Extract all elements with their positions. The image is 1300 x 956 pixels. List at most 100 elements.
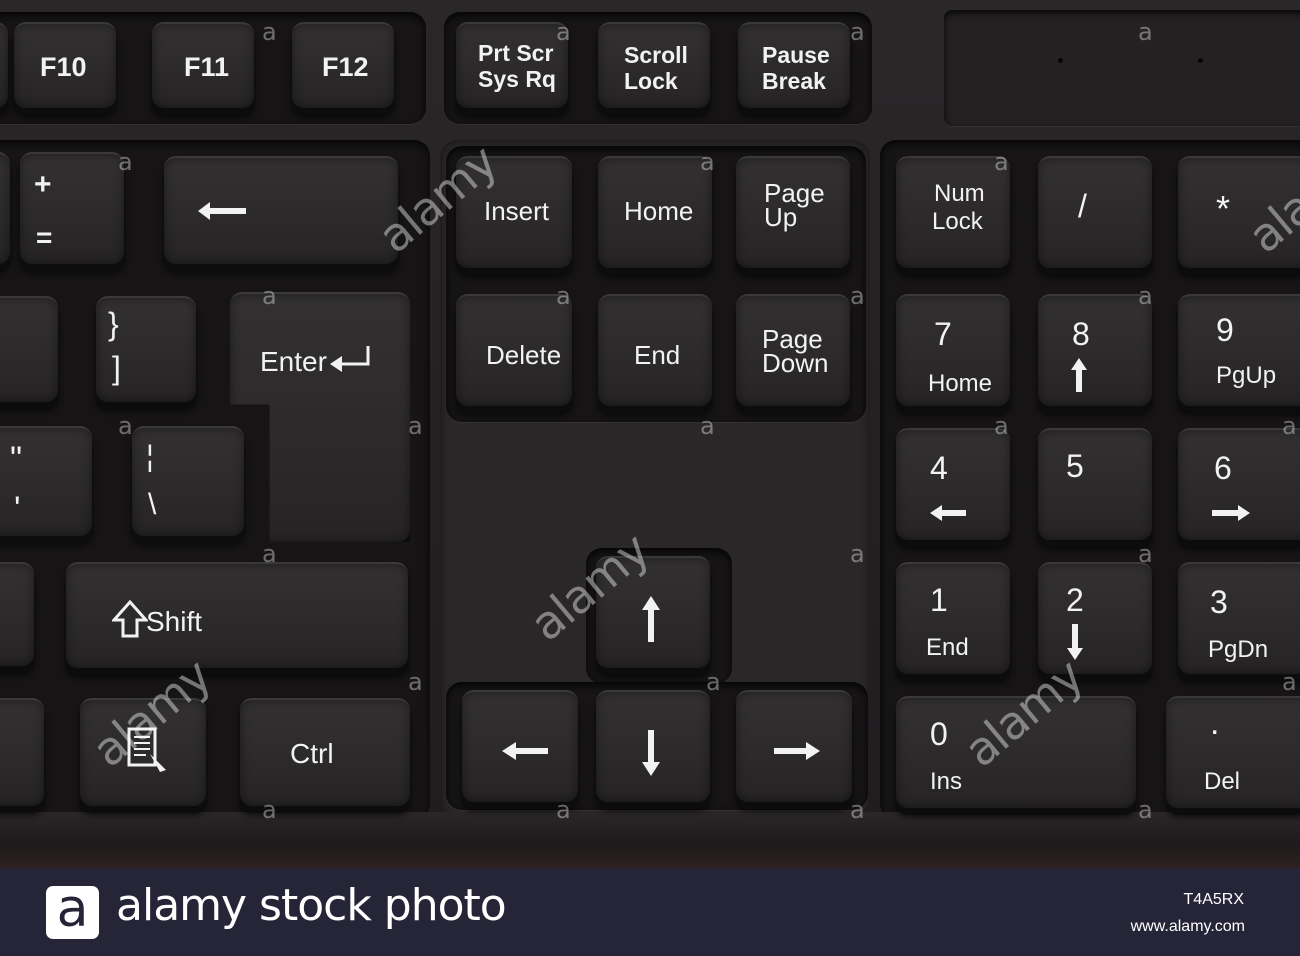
insert-label: Insert [484,196,550,226]
brace-label: } [108,306,119,342]
plus-equals-key[interactable]: + = [20,152,124,264]
arrow-down-icon [1066,622,1084,662]
num-lock-key[interactable]: Num Lock [896,156,1010,268]
brand-text: alamy stock photo [116,880,507,931]
numpad-7-key[interactable]: 7 Home [896,294,1010,406]
f12-label: F12 [322,52,369,82]
one-sub-label: End [926,634,969,661]
numpad-8-key[interactable]: 8 [1038,294,1152,406]
partial-key[interactable]: " ' [0,426,92,536]
plus-label: + [34,168,52,201]
numlock-label-bottom: Lock [932,208,983,235]
enter-label: Enter [260,346,327,377]
watermark-letter: a [706,668,721,696]
shift-key[interactable]: Shift [66,562,408,668]
numpad-3-key[interactable]: 3 PgDn [1178,562,1300,674]
pipe-label: ¦ [146,440,154,473]
delete-key[interactable]: Delete [456,294,572,406]
print-screen-key[interactable]: Prt Scr Sys Rq [456,22,568,108]
watermark-letter: a [1282,412,1297,440]
backspace-key[interactable] [164,156,398,264]
numlock-label-top: Num [934,180,985,207]
three-sub-label: PgDn [1208,636,1269,663]
watermark-letter: a [1138,796,1153,824]
prtscr-label-top: Prt Scr [478,40,554,66]
arrow-left-key[interactable] [462,690,578,802]
numpad-1-key[interactable]: 1 End [896,562,1010,674]
ctrl-key[interactable]: Ctrl [240,698,410,806]
image-id: T4A5RX [1183,891,1244,908]
arrow-up-icon [1070,356,1088,394]
page-down-key[interactable]: Page Down [736,294,850,406]
zero-label: 0 [930,716,948,752]
keyboard-frame [0,812,1300,868]
six-label: 6 [1214,450,1232,486]
partial-key[interactable] [0,152,10,264]
watermark-letter: a [262,282,277,310]
pause-label-top: Pause [762,42,830,68]
watermark-letter: a [1138,540,1153,568]
bracket-label: ] [112,350,121,386]
watermark-letter: a [408,412,423,440]
arrow-down-key[interactable] [596,690,710,802]
watermark-letter: a [262,18,277,46]
arrow-up-icon [640,594,662,644]
pause-break-key[interactable]: Pause Break [738,22,850,108]
nine-label: 9 [1216,312,1234,348]
numpad-divide-key[interactable]: / [1038,156,1152,268]
home-key[interactable]: Home [598,156,712,268]
page-up-key[interactable]: Page Up [736,156,850,268]
scroll-lock-key[interactable]: Scroll Lock [598,22,710,108]
watermark-letter: a [262,540,277,568]
eight-label: 8 [1072,316,1090,352]
led-window [944,10,1300,126]
watermark-letter: a [700,412,715,440]
shift-label: Shift [146,606,203,637]
watermark-letter: a [994,148,1009,176]
numpad-6-key[interactable]: 6 [1178,428,1300,540]
pause-label-bottom: Break [762,68,826,94]
arrow-right-icon [1210,504,1252,522]
bracket-key[interactable]: } ] [96,296,196,402]
keyboard-photo: F10 F11 F12 Prt Scr Sys Rq Scroll Lock P… [0,0,1300,868]
arrow-right-key[interactable] [736,690,852,802]
three-label: 3 [1210,584,1228,620]
watermark-letter: a [408,668,423,696]
numpad-dot-key[interactable]: . Del [1166,696,1300,808]
led-indicator [1058,58,1063,63]
f10-label: F10 [40,52,87,82]
prtscr-label-bottom: Sys Rq [478,66,556,92]
zero-sub-label: Ins [930,768,963,795]
scroll-label-top: Scroll [624,42,688,68]
one-label: 1 [930,582,948,618]
dot-label: . [1210,704,1220,742]
backspace-arrow-icon [196,200,248,222]
partial-key[interactable] [0,22,8,108]
numpad-5-key[interactable]: 5 [1038,428,1152,540]
partial-key[interactable] [0,562,34,666]
partial-key[interactable] [0,296,58,402]
watermark-letter: a [850,796,865,824]
arrow-right-icon [772,740,822,762]
delete-label: Delete [486,340,562,370]
backslash-key[interactable]: ¦ \ [132,426,244,536]
numpad-4-key[interactable]: 4 [896,428,1010,540]
multiply-label: * [1216,188,1231,229]
quote-label: " [10,440,23,478]
f11-key[interactable]: F11 [152,22,254,108]
site-url[interactable]: www.alamy.com [1131,918,1245,936]
numpad-9-key[interactable]: 9 PgUp [1178,294,1300,406]
f10-key[interactable]: F10 [14,22,116,108]
enter-arrow-icon [328,344,372,374]
partial-key[interactable] [0,698,44,806]
arrow-left-icon [928,504,968,522]
apostrophe-label: ' [14,490,21,528]
end-key[interactable]: End [598,294,712,406]
scroll-label-bottom: Lock [624,68,678,94]
watermark-letter: a [1138,282,1153,310]
f12-key[interactable]: F12 [292,22,394,108]
watermark-letter: a [1282,668,1297,696]
pageup-label-bottom: Up [764,202,798,232]
led-indicator [1198,58,1203,63]
watermark-letter: a [556,796,571,824]
